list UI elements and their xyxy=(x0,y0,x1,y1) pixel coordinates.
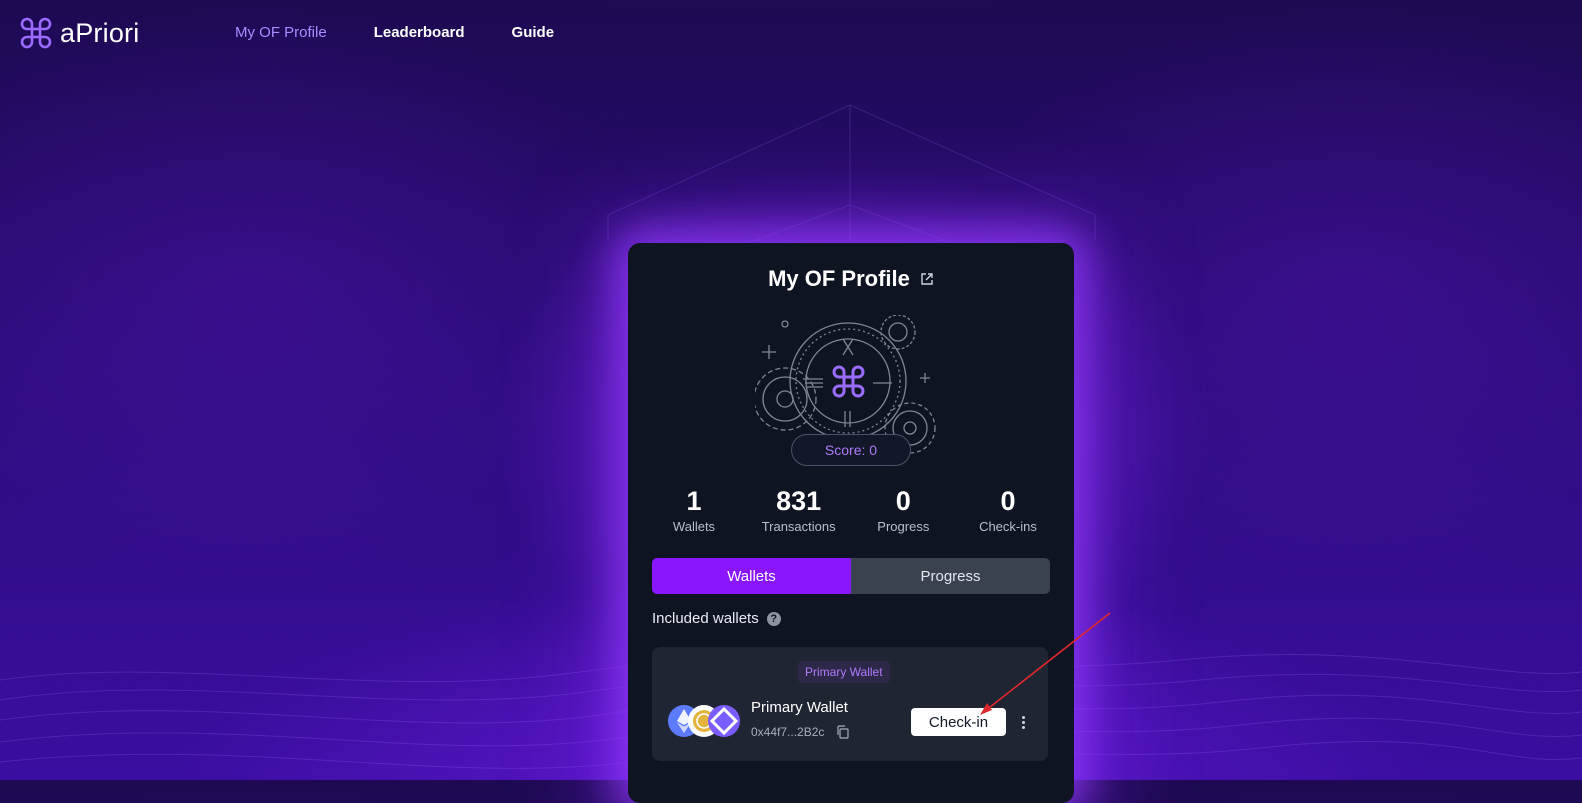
profile-card: My OF Profile Score: 0 1 Wallets 831 Tra… xyxy=(628,243,1074,803)
main-nav: My OF Profile Leaderboard Guide xyxy=(235,24,554,41)
included-wallets-heading: Included wallets ? xyxy=(652,610,781,627)
stat-value: 1 xyxy=(686,486,702,516)
stat-value: 0 xyxy=(1000,486,1016,516)
stats-row: 1 Wallets 831 Transactions 0 Progress 0 … xyxy=(642,485,1060,534)
stat-value: 0 xyxy=(895,486,911,516)
wallet-address: 0x44f7...2B2c xyxy=(751,725,825,739)
profile-tabs: Wallets Progress xyxy=(652,558,1050,594)
stat-wallets: 1 Wallets xyxy=(642,485,746,534)
stat-label: Check-ins xyxy=(979,519,1037,534)
wallet-card: Primary Wallet Primary Wallet 0x44f7...2… xyxy=(652,647,1048,761)
check-in-button[interactable]: Check-in xyxy=(911,708,1006,736)
external-link-icon[interactable] xyxy=(920,272,934,286)
nav-leaderboard[interactable]: Leaderboard xyxy=(374,24,465,41)
stat-value: 831 xyxy=(776,486,822,516)
stat-check-ins: 0 Check-ins xyxy=(956,485,1060,534)
brand-logo[interactable]: aPriori xyxy=(20,17,139,49)
score-badge: Score: 0 xyxy=(791,434,911,466)
stat-label: Progress xyxy=(877,519,930,534)
tab-wallets[interactable]: Wallets xyxy=(652,558,851,594)
help-icon[interactable]: ? xyxy=(766,611,781,626)
nav-guide[interactable]: Guide xyxy=(512,24,555,41)
included-wallets-label: Included wallets xyxy=(652,610,759,627)
stat-label: Wallets xyxy=(672,519,716,534)
wallet-address-row: 0x44f7...2B2c xyxy=(751,725,850,739)
monad-icon xyxy=(708,705,740,737)
stat-transactions: 831 Transactions xyxy=(747,485,851,534)
stat-progress: 0 Progress xyxy=(851,485,955,534)
wallet-chain-icons xyxy=(668,705,740,737)
tab-progress[interactable]: Progress xyxy=(851,558,1050,594)
primary-wallet-tag: Primary Wallet xyxy=(798,661,890,683)
page-title: My OF Profile xyxy=(768,266,910,291)
nav-my-of-profile[interactable]: My OF Profile xyxy=(235,24,327,41)
stat-label: Transactions xyxy=(761,519,836,534)
card-title-row: My OF Profile xyxy=(628,266,1074,292)
copy-icon[interactable] xyxy=(836,725,850,739)
wallet-name: Primary Wallet xyxy=(751,699,848,716)
apriori-logo-icon xyxy=(20,17,52,49)
brand-name: aPriori xyxy=(60,17,140,48)
more-options-icon[interactable] xyxy=(1016,710,1030,734)
top-header: aPriori My OF Profile Leaderboard Guide xyxy=(0,0,1582,68)
